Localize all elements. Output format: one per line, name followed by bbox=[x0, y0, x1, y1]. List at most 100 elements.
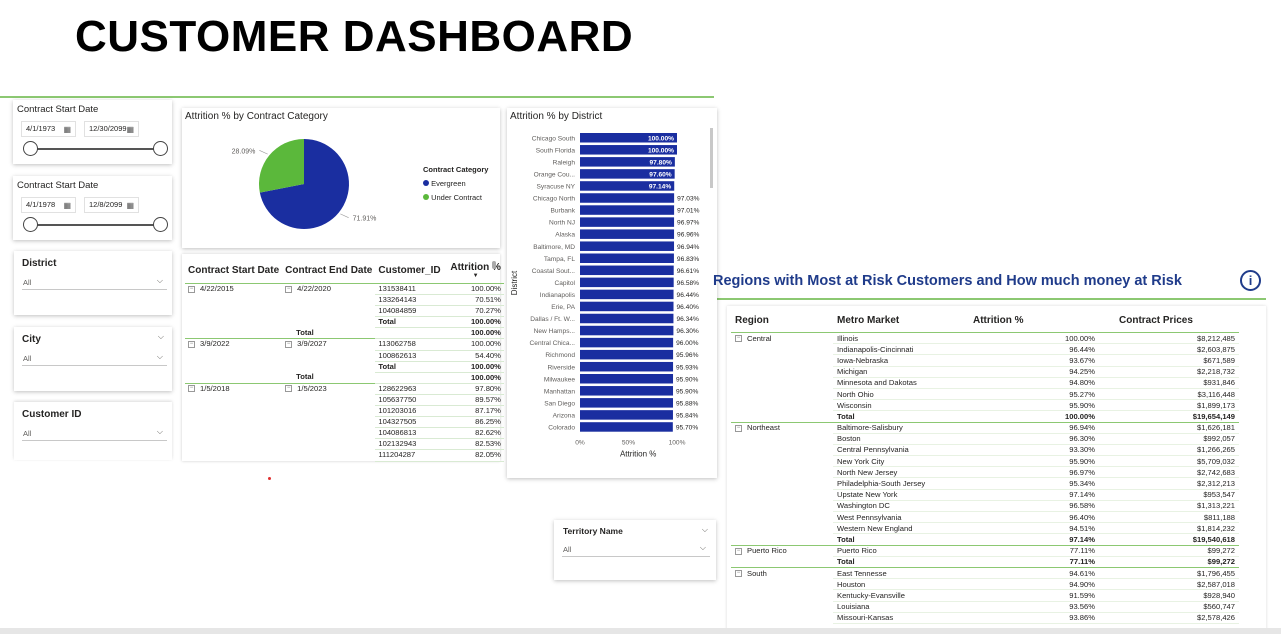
pie-slice-under-contract[interactable] bbox=[259, 139, 304, 193]
district-bar[interactable] bbox=[580, 301, 674, 312]
table-row[interactable]: −1/5/2018−1/5/2023 128622963 97.80% bbox=[185, 382, 504, 395]
district-dropdown[interactable]: All ⌵ bbox=[22, 275, 167, 290]
table-row[interactable]: Washington DC 96.58% $1,313,221 bbox=[731, 500, 1239, 513]
district-bar[interactable] bbox=[580, 337, 674, 348]
calendar-icon[interactable]: ▦ bbox=[126, 123, 134, 137]
range-end-handle[interactable] bbox=[153, 141, 168, 156]
table-row[interactable]: Total 77.11% $99,272 bbox=[731, 556, 1239, 568]
col-header[interactable]: Customer_ID bbox=[375, 262, 448, 284]
date-slicer-1-to[interactable]: 12/30/2099 ▦ bbox=[84, 121, 139, 137]
table-row[interactable]: Michigan 94.25% $2,218,732 bbox=[731, 366, 1239, 378]
district-bar[interactable] bbox=[580, 265, 674, 276]
collapse-icon[interactable]: − bbox=[735, 335, 742, 343]
legend-item-under-contract[interactable]: Under Contract bbox=[423, 193, 482, 202]
col-header[interactable]: Metro Market bbox=[833, 315, 969, 333]
table-row[interactable]: Total 100.00% bbox=[185, 327, 504, 340]
customer-dropdown[interactable]: All ⌵ bbox=[22, 426, 167, 441]
collapse-icon[interactable]: − bbox=[188, 285, 195, 293]
table-row[interactable]: −3/9/2022−3/9/2027 113062758 100.00% bbox=[185, 338, 504, 351]
table-row[interactable]: 105637750 89.57% bbox=[185, 394, 504, 407]
table-row[interactable]: Total 100.00% bbox=[185, 361, 504, 373]
table-row[interactable]: Western New England 94.51% $1,814,232 bbox=[731, 522, 1239, 535]
table-row[interactable]: Wisconsin 95.90% $1,899,173 bbox=[731, 399, 1239, 412]
collapse-icon[interactable]: − bbox=[188, 340, 195, 348]
table-row[interactable]: West Pennsylvania 96.40% $811,188 bbox=[731, 511, 1239, 524]
district-bar[interactable] bbox=[580, 410, 673, 420]
table-row[interactable]: 111204287 82.05% bbox=[185, 449, 504, 462]
chevron-down-icon[interactable]: ⌵ bbox=[157, 352, 163, 362]
district-bar[interactable] bbox=[580, 193, 675, 203]
district-bar[interactable] bbox=[580, 217, 675, 227]
table-row[interactable]: Central Pennsylvania 93.30% $1,266,265 bbox=[731, 444, 1239, 457]
district-bar[interactable] bbox=[580, 277, 674, 288]
district-bar[interactable] bbox=[580, 289, 674, 300]
district-bar[interactable] bbox=[580, 229, 675, 239]
table-row[interactable]: − Puerto Rico Puerto Rico 77.11% $99,272 bbox=[731, 545, 1239, 557]
table-row[interactable]: − South East Tennesse 94.61% $1,796,455 bbox=[731, 567, 1239, 580]
district-bar[interactable] bbox=[580, 361, 674, 372]
calendar-icon[interactable]: ▦ bbox=[126, 199, 134, 213]
district-bar[interactable] bbox=[580, 422, 673, 432]
col-header[interactable]: Region bbox=[731, 315, 833, 333]
date-slicer-2-to[interactable]: 12/8/2099 ▦ bbox=[84, 197, 139, 213]
district-bar[interactable] bbox=[580, 253, 674, 264]
table-row[interactable]: 104327505 86.25% bbox=[185, 416, 504, 429]
district-bar[interactable] bbox=[580, 313, 674, 324]
chevron-down-icon[interactable]: ⌵ bbox=[702, 525, 708, 535]
range-end-handle[interactable] bbox=[153, 217, 168, 232]
table-row[interactable]: Minnesota and Dakotas 94.80% $931,846 bbox=[731, 377, 1239, 389]
territory-dropdown[interactable]: All ⌵ bbox=[562, 542, 710, 557]
table-row[interactable]: − Central Illinois 100.00% $8,212,485 bbox=[731, 332, 1239, 345]
table-row[interactable]: Houston 94.90% $2,587,018 bbox=[731, 578, 1239, 591]
calendar-icon[interactable]: ▦ bbox=[63, 123, 71, 137]
col-header[interactable]: Contract Start Date bbox=[185, 262, 283, 284]
district-bar[interactable] bbox=[580, 386, 674, 396]
table-row[interactable]: Total 100.00% bbox=[185, 372, 504, 384]
sort-desc-icon[interactable]: ▼ bbox=[450, 273, 501, 279]
district-bar[interactable] bbox=[580, 241, 675, 251]
collapse-icon[interactable]: − bbox=[285, 285, 293, 293]
table-row[interactable]: 100862613 54.40% bbox=[185, 350, 504, 362]
collapse-icon[interactable]: − bbox=[285, 385, 293, 393]
col-header[interactable]: Attrition % bbox=[969, 315, 1099, 333]
table-row[interactable]: Total 100.00% bbox=[185, 316, 504, 329]
chevron-down-icon[interactable]: ⌵ bbox=[157, 276, 163, 286]
table-row[interactable]: Upstate New York 97.14% $953,547 bbox=[731, 489, 1239, 501]
table-row[interactable]: Boston 96.30% $992,057 bbox=[731, 433, 1239, 445]
bottom-scrollbar[interactable] bbox=[0, 628, 1281, 634]
chevron-down-icon[interactable]: ⌵ bbox=[157, 427, 163, 437]
chevron-down-icon[interactable]: ⌵ bbox=[700, 543, 706, 553]
collapse-icon[interactable]: − bbox=[285, 340, 293, 348]
collapse-icon[interactable]: − bbox=[735, 424, 742, 432]
info-icon[interactable]: i bbox=[1240, 270, 1261, 291]
table-row[interactable]: North New Jersey 96.97% $2,742,683 bbox=[731, 466, 1239, 479]
table-row[interactable]: 104084859 70.27% bbox=[185, 305, 504, 318]
table-row[interactable]: Indianapolis-Cincinnati 96.44% $2,603,875 bbox=[731, 343, 1239, 356]
table-row[interactable]: 102132943 82.53% bbox=[185, 438, 504, 451]
date-range-track[interactable] bbox=[30, 224, 161, 226]
table-row[interactable]: 133264143 70.51% bbox=[185, 294, 504, 307]
collapse-icon[interactable]: − bbox=[735, 547, 742, 555]
district-bar[interactable] bbox=[580, 205, 675, 215]
col-header[interactable]: Contract Prices bbox=[1099, 315, 1239, 333]
table-row[interactable]: −4/22/2015−4/22/2020 131538411 100.00% bbox=[185, 282, 504, 296]
table-row[interactable]: − Northeast Baltimore-Salisbury 96.94% $1,62… bbox=[731, 422, 1239, 434]
table-row[interactable]: North Ohio 95.27% $3,116,448 bbox=[731, 388, 1239, 401]
table-row[interactable]: 101203016 87.17% bbox=[185, 405, 504, 418]
date-slicer-1-from[interactable]: 4/1/1973 ▦ bbox=[21, 121, 76, 137]
table-row[interactable]: New York City 95.90% $5,709,032 bbox=[731, 455, 1239, 468]
district-bar[interactable] bbox=[580, 349, 674, 360]
scrollbar-thumb[interactable] bbox=[710, 128, 713, 188]
collapse-icon[interactable]: − bbox=[188, 385, 195, 393]
date-slicer-2-from[interactable]: 4/1/1978 ▦ bbox=[21, 197, 76, 213]
table-row[interactable]: Total 97.14% $19,540,618 bbox=[731, 533, 1239, 546]
table-row[interactable]: Iowa-Nebraska 93.67% $671,589 bbox=[731, 354, 1239, 367]
collapse-icon[interactable]: − bbox=[735, 570, 742, 578]
district-bar[interactable] bbox=[580, 398, 674, 408]
calendar-icon[interactable]: ▦ bbox=[63, 199, 71, 213]
date-range-track[interactable] bbox=[30, 148, 161, 150]
table-row[interactable]: Philadelphia-South Jersey 95.34% $2,312,21… bbox=[731, 477, 1239, 490]
legend-item-evergreen[interactable]: Evergreen bbox=[423, 179, 466, 188]
table-row[interactable]: Total 100.00% $19,654,149 bbox=[731, 410, 1239, 423]
table-row[interactable]: Missouri-Kansas 93.86% $2,578,426 bbox=[731, 612, 1239, 624]
